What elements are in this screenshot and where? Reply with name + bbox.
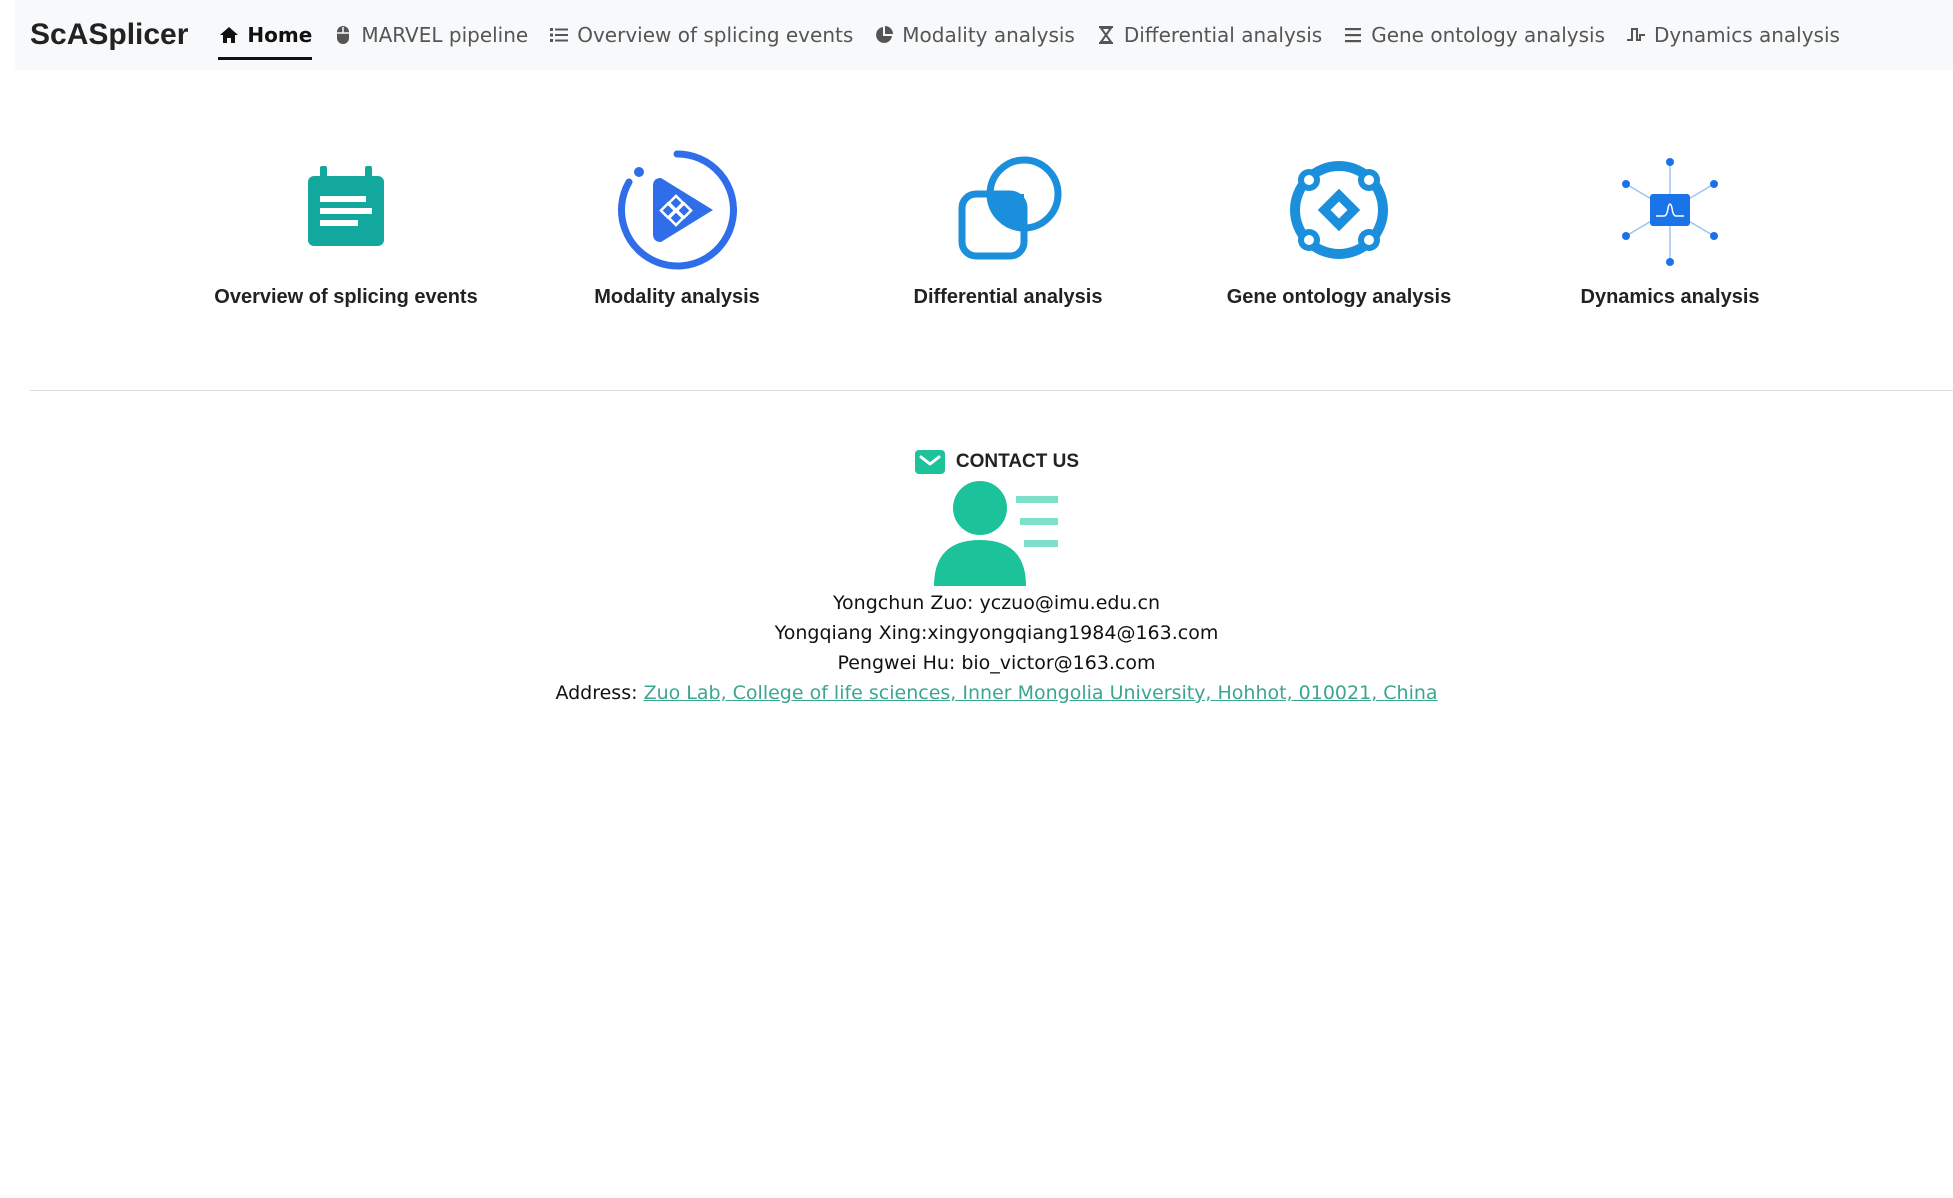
brand-logo[interactable]: ScASplicer	[30, 18, 188, 52]
play-circle-icon	[618, 150, 737, 270]
contact-person-hu: Pengwei Hu: bio_victor@163.com	[837, 652, 1156, 674]
network-diamond-icon	[1290, 161, 1388, 259]
address-label: Address:	[555, 682, 638, 704]
notepad-icon	[308, 166, 384, 246]
contact-person-xing: Yongqiang Xing:xingyongqiang1984@163.com	[774, 622, 1219, 644]
nav-home[interactable]: Home	[208, 0, 322, 70]
contact-heading: CONTACT US	[0, 448, 1953, 476]
feature-differential[interactable]: Differential analysis	[843, 150, 1173, 309]
person-card-icon	[933, 481, 1058, 586]
hourglass-icon	[1095, 24, 1117, 46]
list-icon	[548, 24, 570, 46]
contact-heading-text: CONTACT US	[955, 451, 1080, 472]
nav-overview-label: Overview of splicing events	[577, 23, 854, 47]
nav-modality[interactable]: Modality analysis	[863, 0, 1085, 70]
nav-differential-label: Differential analysis	[1123, 23, 1323, 47]
nav-gene-ontology[interactable]: Gene ontology analysis	[1332, 0, 1615, 70]
node-graph-icon	[1622, 158, 1718, 266]
nav-gene-ontology-label: Gene ontology analysis	[1371, 23, 1605, 47]
bars-icon	[1342, 24, 1364, 46]
feature-differential-label: Differential analysis	[913, 286, 1103, 308]
nav-overview[interactable]: Overview of splicing events	[538, 0, 863, 70]
contact-address: Address: Zuo Lab, College of life scienc…	[0, 678, 1953, 708]
feature-overview[interactable]: Overview of splicing events	[181, 150, 511, 309]
feature-modality-label: Modality analysis	[594, 286, 760, 308]
pulse-icon	[1625, 24, 1647, 46]
contact-person-zuo: Yongchun Zuo: yczuo@imu.edu.cn	[832, 592, 1161, 614]
feature-dynamics[interactable]: Dynamics analysis	[1505, 150, 1835, 309]
section-divider	[30, 390, 1953, 391]
feature-grid: Overview of splicing events Modality ana…	[0, 150, 1953, 320]
address-link[interactable]: Zuo Lab, College of life sciences, Inner…	[644, 682, 1438, 704]
shapes-icon	[958, 156, 1062, 260]
nav-marvel-pipeline[interactable]: MARVEL pipeline	[322, 0, 538, 70]
pie-chart-icon	[873, 24, 895, 46]
navbar: ScASplicer Home MARVEL pipeline Overview…	[15, 0, 1953, 70]
nav-home-label: Home	[247, 23, 313, 47]
mail-icon	[914, 450, 945, 474]
contact-section: CONTACT US Yongchun Zuo: yczuo@imu.edu.c…	[0, 448, 1953, 708]
nav-dynamics[interactable]: Dynamics analysis	[1615, 0, 1850, 70]
feature-modality[interactable]: Modality analysis	[512, 150, 842, 309]
feature-overview-label: Overview of splicing events	[214, 286, 478, 308]
feature-dynamics-label: Dynamics analysis	[1580, 286, 1760, 308]
home-icon	[218, 24, 240, 46]
nav-differential[interactable]: Differential analysis	[1085, 0, 1332, 70]
feature-gene-ontology-label: Gene ontology analysis	[1226, 286, 1452, 308]
mouse-icon	[332, 24, 354, 46]
nav-marvel-label: MARVEL pipeline	[361, 23, 529, 47]
nav-dynamics-label: Dynamics analysis	[1654, 23, 1840, 47]
feature-gene-ontology[interactable]: Gene ontology analysis	[1174, 150, 1504, 309]
nav-modality-label: Modality analysis	[902, 23, 1075, 47]
